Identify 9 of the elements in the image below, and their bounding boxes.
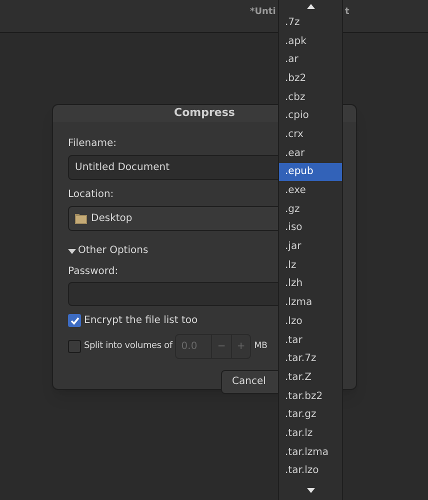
- field-label: Filename:: [68, 136, 116, 150]
- dialog-title: Compress: [174, 105, 235, 121]
- field-label: Location:: [68, 188, 114, 200]
- checkbox-label: Split into volumes of: [84, 340, 172, 353]
- window-title: *Unti: [250, 6, 276, 19]
- unit-label: MB: [254, 340, 268, 353]
- checkbox-label: Encrypt the file list too: [84, 314, 198, 328]
- field-label: Password:: [68, 264, 118, 278]
- window-title: t: [345, 6, 350, 19]
